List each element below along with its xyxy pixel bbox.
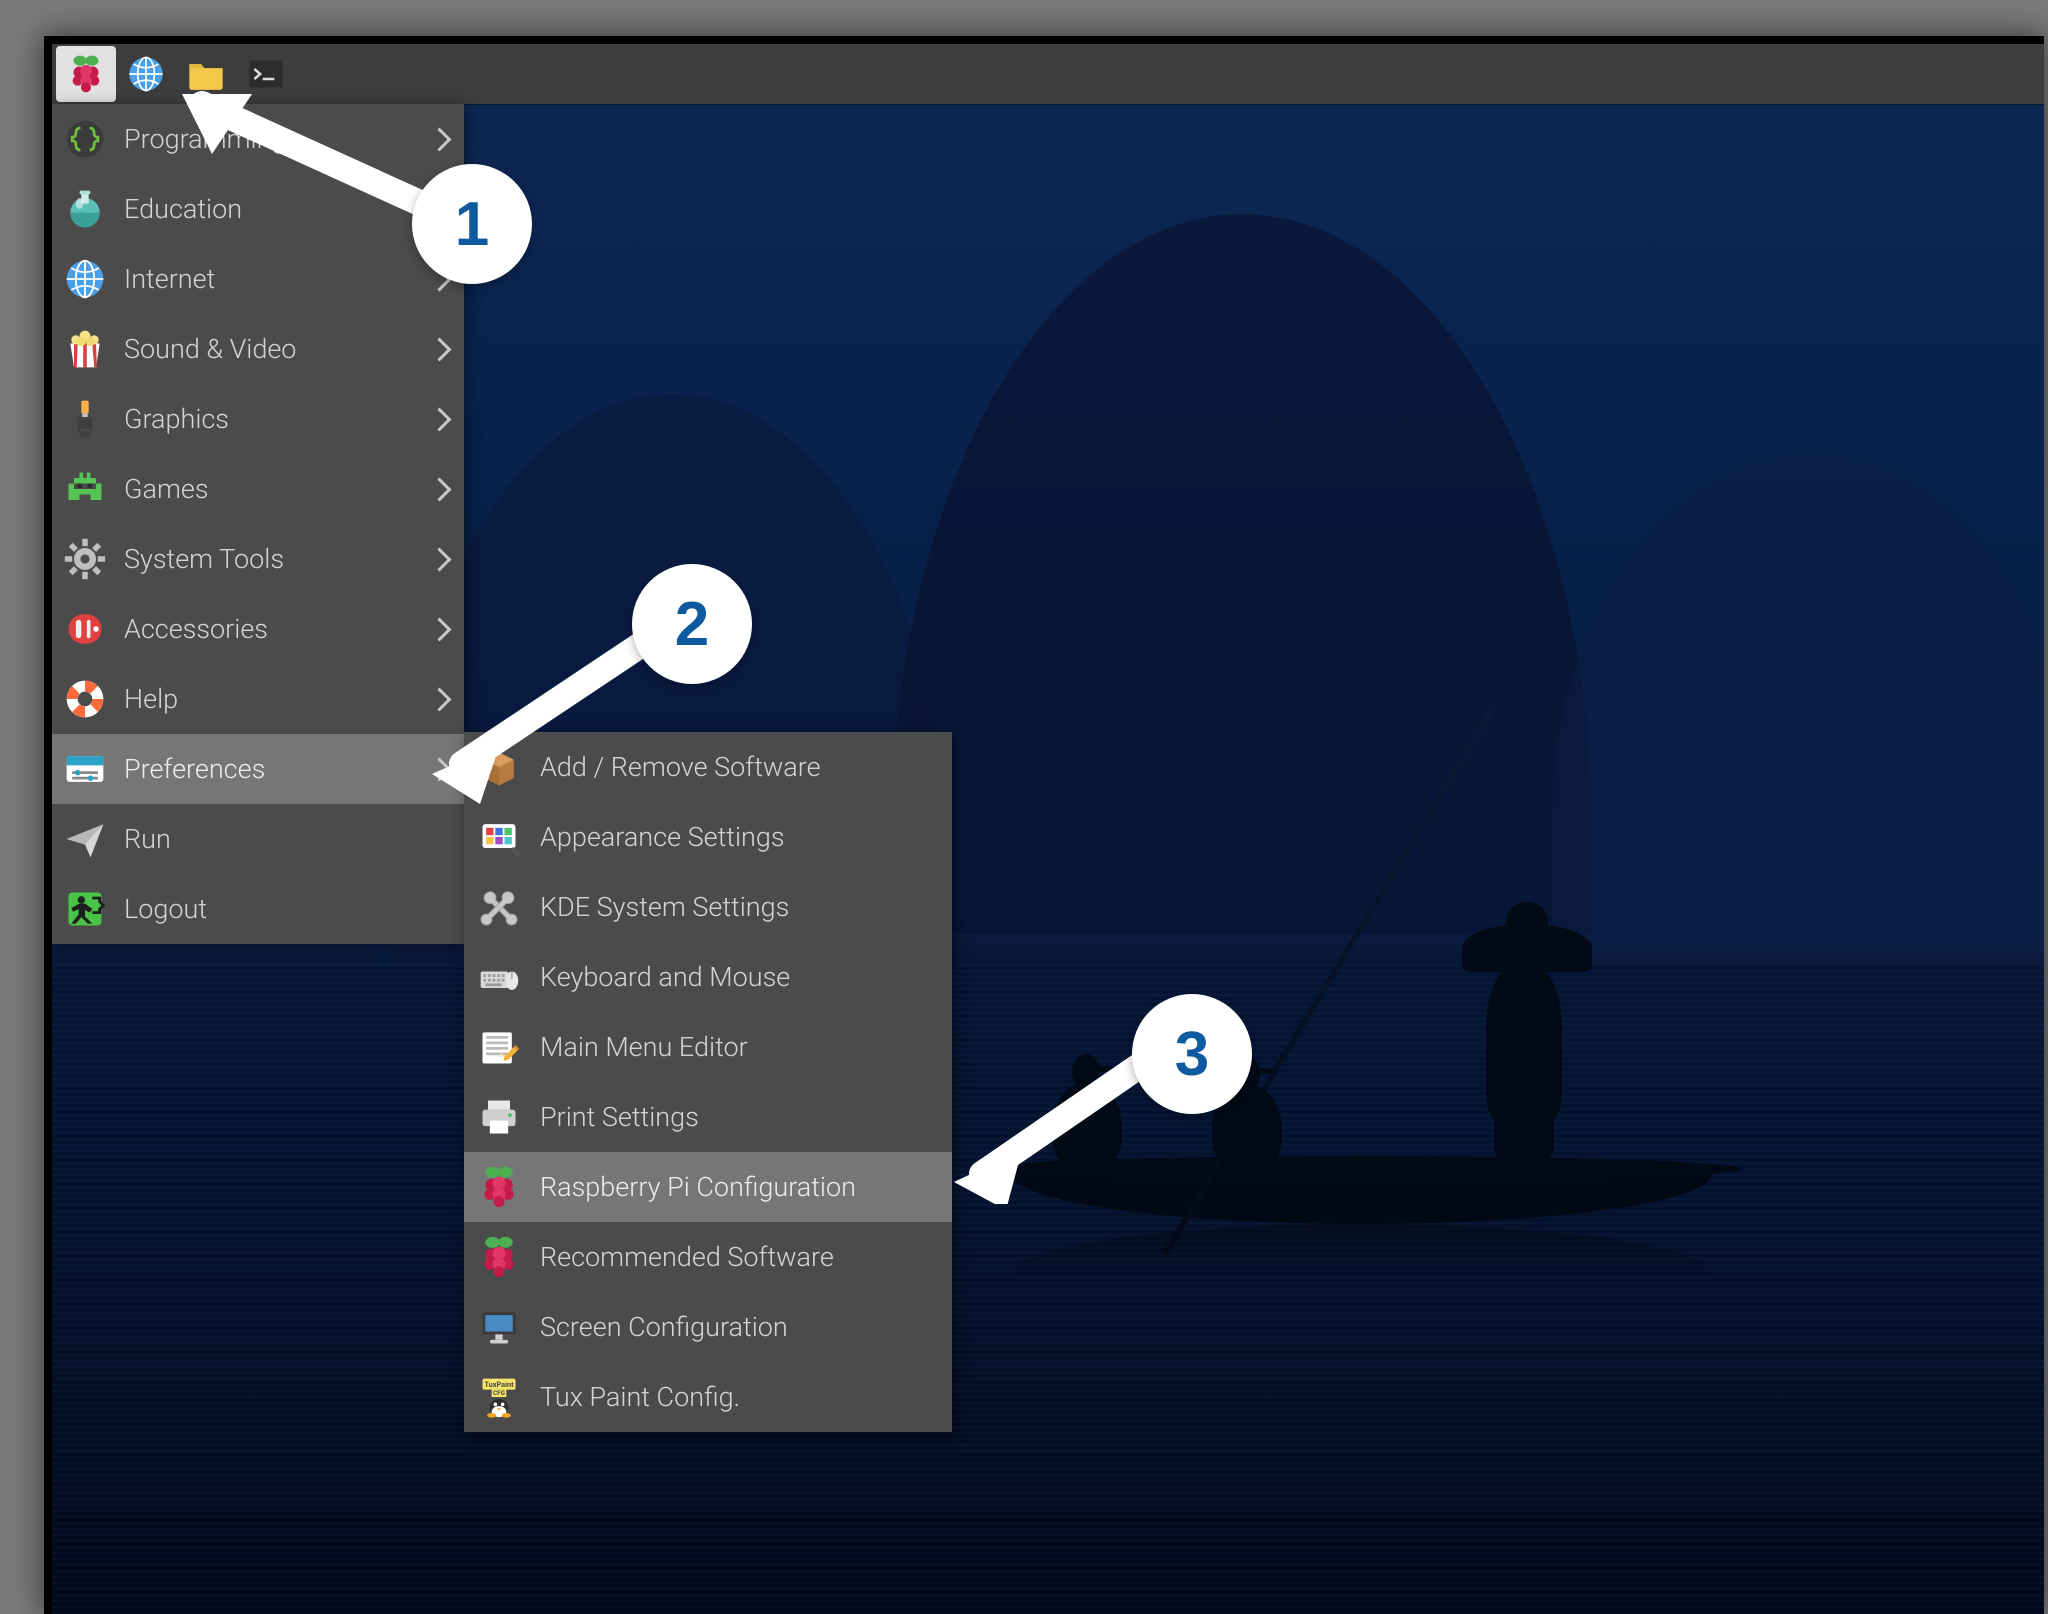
chevron-right-icon — [431, 403, 448, 435]
menu-item-label: Graphics — [124, 403, 229, 435]
chevron-right-icon — [431, 753, 448, 785]
menu-item-internet[interactable]: Internet — [52, 244, 464, 314]
paper-plane-icon — [60, 814, 110, 864]
palette-icon — [474, 812, 524, 862]
menu-item-preferences[interactable]: Preferences — [52, 734, 464, 804]
chevron-right-icon — [431, 123, 448, 155]
swiss-knife-icon — [60, 604, 110, 654]
submenu-item-label: Keyboard and Mouse — [540, 961, 790, 993]
tux-paint-icon — [474, 1372, 524, 1422]
menu-item-label: Logout — [124, 893, 207, 925]
menu-item-games[interactable]: Games — [52, 454, 464, 524]
menu-editor-icon — [474, 1022, 524, 1072]
menu-item-label: Programming — [124, 123, 286, 155]
submenu-item-recommended-software[interactable]: Recommended Software — [464, 1222, 952, 1292]
menu-item-help[interactable]: Help — [52, 664, 464, 734]
annotation-step-3: 3 — [1132, 994, 1252, 1114]
menu-item-graphics[interactable]: Graphics — [52, 384, 464, 454]
app-menu-button[interactable] — [56, 46, 116, 102]
crossed-wrenches-icon — [474, 882, 524, 932]
braces-icon — [60, 114, 110, 164]
menu-item-label: Sound & Video — [124, 333, 296, 365]
submenu-item-kde-system-settings[interactable]: KDE System Settings — [464, 872, 952, 942]
sliders-icon — [60, 744, 110, 794]
submenu-item-label: Tux Paint Config. — [540, 1381, 740, 1413]
terminal-button[interactable] — [236, 46, 296, 102]
space-invader-icon — [60, 464, 110, 514]
popcorn-icon — [60, 324, 110, 374]
brush-icon — [60, 394, 110, 444]
chevron-right-icon — [431, 333, 448, 365]
menu-item-run[interactable]: Run — [52, 804, 464, 874]
globe-icon — [60, 254, 110, 304]
printer-icon — [474, 1092, 524, 1142]
file-manager-button[interactable] — [176, 46, 236, 102]
submenu-item-label: Print Settings — [540, 1101, 699, 1133]
submenu-item-tux-paint-config[interactable]: Tux Paint Config. — [464, 1362, 952, 1432]
menu-item-sound-video[interactable]: Sound & Video — [52, 314, 464, 384]
chevron-right-icon — [431, 683, 448, 715]
menu-item-label: Preferences — [124, 753, 265, 785]
annotation-step-2: 2 — [632, 564, 752, 684]
annotation-step-1: 1 — [412, 164, 532, 284]
menu-item-logout[interactable]: Logout — [52, 874, 464, 944]
submenu-item-appearance-settings[interactable]: Appearance Settings — [464, 802, 952, 872]
menu-item-label: Education — [124, 193, 242, 225]
gear-icon — [60, 534, 110, 584]
menu-item-system-tools[interactable]: System Tools — [52, 524, 464, 594]
exit-icon — [60, 884, 110, 934]
submenu-item-label: Add / Remove Software — [540, 751, 821, 783]
chevron-right-icon — [431, 473, 448, 505]
raspberry-icon — [474, 1162, 524, 1212]
menu-item-programming[interactable]: Programming — [52, 104, 464, 174]
menu-item-label: System Tools — [124, 543, 284, 575]
submenu-item-keyboard-mouse[interactable]: Keyboard and Mouse — [464, 942, 952, 1012]
menu-item-label: Run — [124, 823, 171, 855]
menu-item-label: Accessories — [124, 613, 268, 645]
web-browser-button[interactable] — [116, 46, 176, 102]
submenu-item-label: Appearance Settings — [540, 821, 785, 853]
menu-item-label: Internet — [124, 263, 215, 295]
submenu-item-print-settings[interactable]: Print Settings — [464, 1082, 952, 1152]
submenu-item-label: Recommended Software — [540, 1241, 834, 1273]
raspberry-icon — [474, 1232, 524, 1282]
submenu-item-raspberry-pi-configuration[interactable]: Raspberry Pi Configuration — [464, 1152, 952, 1222]
menu-item-label: Help — [124, 683, 178, 715]
keyboard-mouse-icon — [474, 952, 524, 1002]
package-icon — [474, 742, 524, 792]
application-menu: Programming Education Internet Sound & V… — [52, 104, 464, 944]
submenu-item-main-menu-editor[interactable]: Main Menu Editor — [464, 1012, 952, 1082]
monitor-icon — [474, 1302, 524, 1352]
menu-item-label: Games — [124, 473, 209, 505]
submenu-item-screen-configuration[interactable]: Screen Configuration — [464, 1292, 952, 1362]
chevron-right-icon — [431, 613, 448, 645]
menu-item-education[interactable]: Education — [52, 174, 464, 244]
submenu-item-label: Screen Configuration — [540, 1311, 788, 1343]
submenu-item-label: Raspberry Pi Configuration — [540, 1171, 856, 1203]
menu-item-accessories[interactable]: Accessories — [52, 594, 464, 664]
window-frame: Programming Education Internet Sound & V… — [44, 36, 2044, 1614]
submenu-item-label: KDE System Settings — [540, 891, 789, 923]
taskbar — [52, 44, 2044, 104]
flask-icon — [60, 184, 110, 234]
lifebuoy-icon — [60, 674, 110, 724]
preferences-submenu: Add / Remove Software Appearance Setting… — [464, 732, 952, 1432]
chevron-right-icon — [431, 543, 448, 575]
submenu-item-label: Main Menu Editor — [540, 1031, 748, 1063]
submenu-item-add-remove-software[interactable]: Add / Remove Software — [464, 732, 952, 802]
